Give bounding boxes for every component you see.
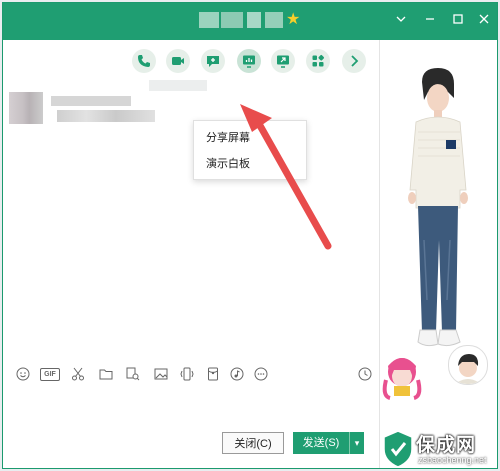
- shield-icon: [383, 430, 413, 468]
- vibrate-icon[interactable]: [179, 366, 195, 382]
- chevron-right-icon[interactable]: [342, 49, 366, 73]
- screen-share-menu: 分享屏幕 演示白板: [193, 120, 307, 180]
- close-button[interactable]: 关闭(C): [222, 432, 284, 454]
- gif-label: GIF: [44, 370, 56, 378]
- watermark-url: zsbaochenng.net: [418, 455, 487, 465]
- more-icon[interactable]: [253, 366, 269, 382]
- chat-area: 分享屏幕 演示白板 GIF 关闭(C) 发送(S) ▾: [3, 40, 379, 468]
- picture-icon[interactable]: [153, 366, 169, 382]
- title-bar: ★: [3, 3, 497, 40]
- show-panel: [379, 40, 497, 468]
- sender-name-blurred: [51, 96, 131, 106]
- title-blurred: [247, 12, 261, 28]
- send-button[interactable]: 发送(S): [293, 432, 349, 454]
- title-blurred: [221, 12, 243, 28]
- apps-icon[interactable]: [306, 49, 330, 73]
- screen-share-icon[interactable]: [237, 49, 261, 73]
- emoji-icon[interactable]: [15, 366, 31, 382]
- video-icon[interactable]: [166, 49, 190, 73]
- title-blurred: [199, 12, 219, 28]
- message-input[interactable]: [3, 387, 379, 467]
- send-options-chevron-icon[interactable]: ▾: [349, 432, 364, 454]
- hongbao-icon[interactable]: [205, 366, 221, 382]
- show-avatar-figure: [382, 68, 468, 400]
- folder-icon[interactable]: [98, 366, 114, 382]
- watermark-text: 保成网: [416, 435, 477, 456]
- star-icon[interactable]: ★: [286, 12, 300, 28]
- menu-item-present-whiteboard[interactable]: 演示白板: [206, 155, 250, 171]
- minimize-icon[interactable]: [422, 12, 438, 28]
- history-icon[interactable]: [357, 366, 373, 382]
- add-chat-icon[interactable]: [201, 49, 225, 73]
- message-blurred: [57, 110, 155, 122]
- watermark: 保成网 zsbaochenng.net: [378, 428, 500, 471]
- scissors-icon[interactable]: [70, 366, 86, 382]
- close-icon[interactable]: [476, 12, 492, 28]
- input-toolbar: GIF: [3, 359, 379, 387]
- avatar[interactable]: [9, 92, 43, 124]
- music-icon[interactable]: [229, 366, 245, 382]
- image-search-icon[interactable]: [125, 366, 141, 382]
- menu-item-share-screen[interactable]: 分享屏幕: [206, 129, 250, 145]
- chevron-down-icon[interactable]: [393, 12, 409, 28]
- remote-assist-icon[interactable]: [271, 49, 295, 73]
- gif-icon[interactable]: GIF: [40, 366, 60, 382]
- message-placeholder: [149, 80, 207, 91]
- chat-window: ★ 分享屏幕 演示白板 GIF 关闭(C) 发送(S) ▾: [2, 2, 498, 469]
- title-blurred: [265, 12, 283, 28]
- phone-icon[interactable]: [132, 49, 156, 73]
- profile-avatar[interactable]: [448, 345, 488, 385]
- maximize-icon[interactable]: [450, 12, 466, 28]
